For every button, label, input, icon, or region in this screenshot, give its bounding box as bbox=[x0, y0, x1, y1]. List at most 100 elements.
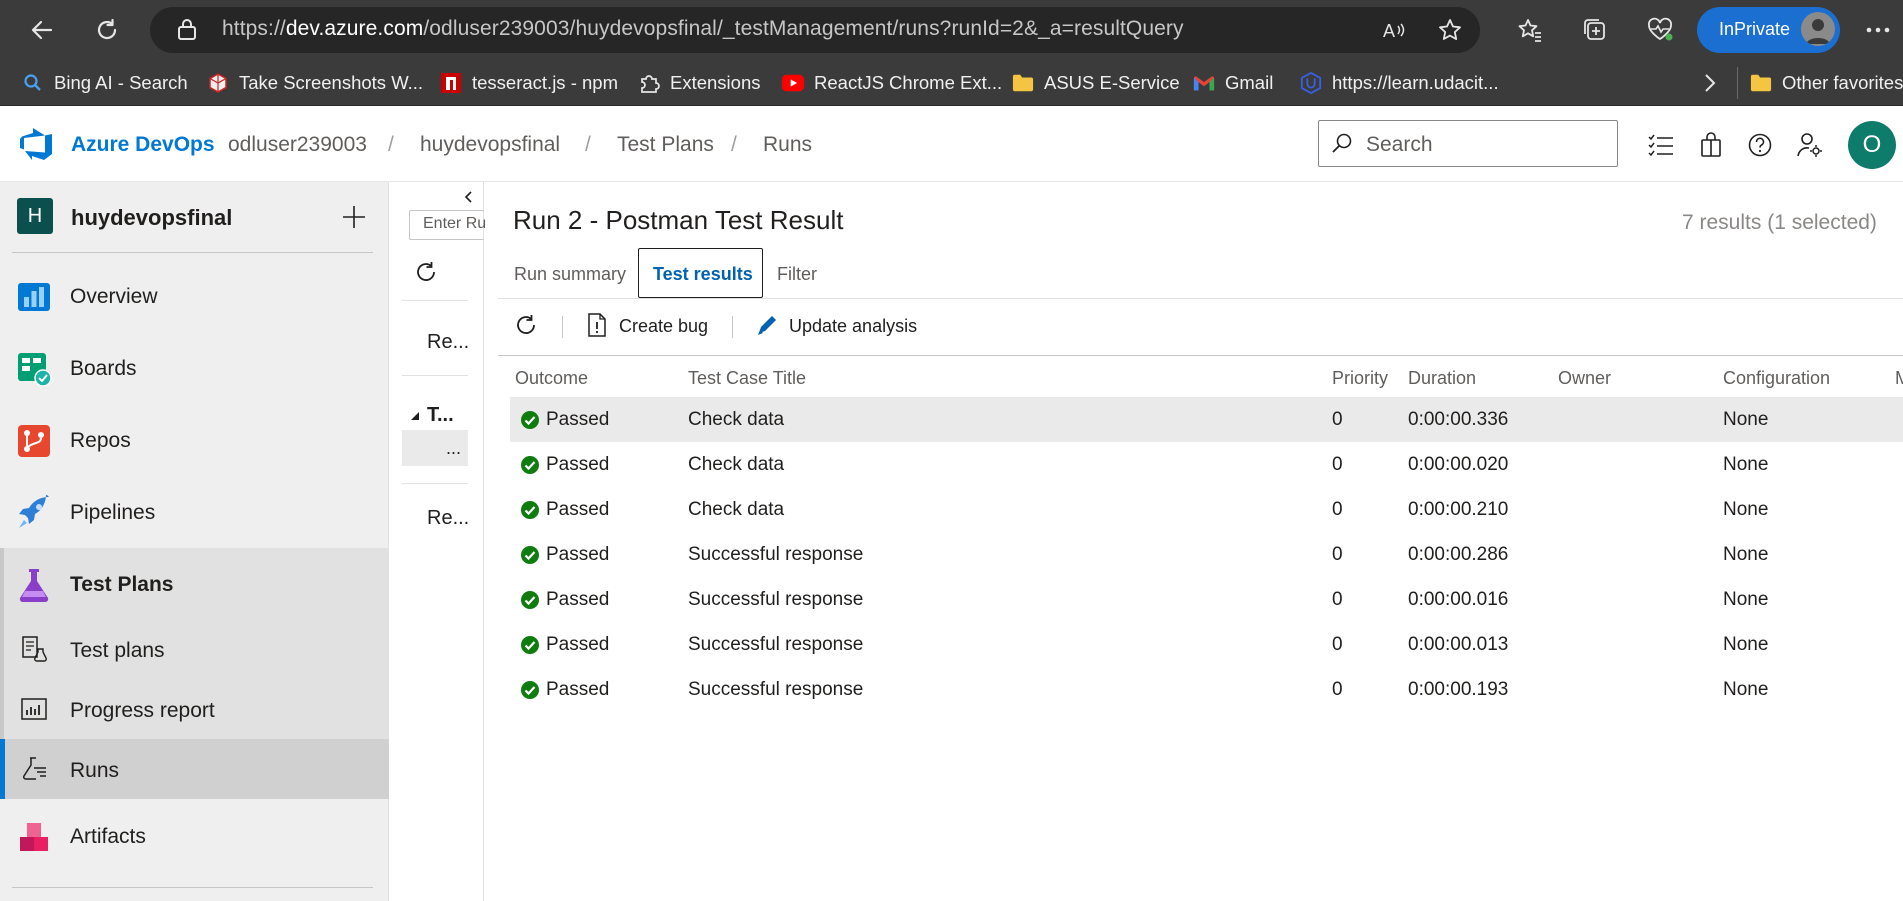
brand-name[interactable]: Azure DevOps bbox=[71, 133, 215, 157]
add-icon[interactable] bbox=[337, 200, 371, 234]
bookmark-reactjs[interactable]: ReactJS Chrome Ext... bbox=[782, 67, 1002, 99]
page-title: Run 2 - Postman Test Result bbox=[513, 205, 844, 235]
puzzle-icon bbox=[638, 72, 660, 94]
favorites-icon[interactable] bbox=[1512, 12, 1548, 48]
run-list-item[interactable]: Re... bbox=[427, 507, 469, 530]
table-row[interactable]: Passed Successful response 0 0:00:00.193… bbox=[510, 667, 1903, 712]
column-header-owner[interactable]: Owner bbox=[1558, 368, 1611, 389]
bookmark-label: ReactJS Chrome Ext... bbox=[814, 72, 1003, 93]
sidebar-item-artifacts[interactable]: Artifacts bbox=[0, 807, 389, 867]
column-header-title[interactable]: Test Case Title bbox=[688, 368, 806, 389]
run-list-item[interactable]: Re... bbox=[427, 331, 469, 354]
breadcrumb-test-plans[interactable]: Test Plans bbox=[617, 133, 714, 157]
sidebar-divider bbox=[12, 252, 373, 253]
sidebar-item-repos[interactable]: Repos bbox=[0, 411, 389, 471]
tab-filter[interactable]: Filter bbox=[777, 264, 817, 285]
bookmark-udacity[interactable]: https://learn.udacit... bbox=[1300, 67, 1499, 99]
read-aloud-icon[interactable]: A bbox=[1376, 12, 1412, 48]
collections-icon[interactable] bbox=[1577, 12, 1613, 48]
marketplace-bag-icon[interactable] bbox=[1693, 127, 1729, 163]
sidebar-item-pipelines[interactable]: Pipelines bbox=[0, 483, 389, 543]
task-list-icon[interactable] bbox=[1643, 127, 1679, 163]
cell-priority: 0 bbox=[1332, 454, 1343, 475]
refresh-results-icon[interactable] bbox=[513, 312, 539, 338]
url-text[interactable]: https://dev.azure.com/odluser239003/huyd… bbox=[222, 17, 1184, 41]
bookmark-asus[interactable]: ASUS E-Service bbox=[1012, 67, 1180, 99]
chevron-right-icon[interactable] bbox=[1698, 70, 1722, 96]
project-avatar[interactable]: H bbox=[17, 198, 53, 234]
edit-pencil-icon[interactable] bbox=[755, 313, 779, 337]
bookmark-other-favorites[interactable]: Other favorites bbox=[1750, 67, 1903, 99]
help-icon[interactable] bbox=[1742, 127, 1778, 163]
tab-test-results[interactable]: Test results bbox=[653, 264, 753, 285]
azure-devops-logo-icon[interactable] bbox=[18, 127, 54, 161]
table-row[interactable]: Passed Successful response 0 0:00:00.013… bbox=[510, 622, 1903, 667]
column-header-priority[interactable]: Priority bbox=[1332, 368, 1388, 389]
sidebar-item-overview[interactable]: Overview bbox=[0, 267, 389, 327]
runs-icon bbox=[20, 755, 50, 785]
breadcrumb-project[interactable]: huydevopsfinal bbox=[420, 133, 560, 157]
breadcrumb-runs[interactable]: Runs bbox=[763, 133, 812, 157]
user-settings-icon[interactable] bbox=[1792, 127, 1828, 163]
bookmark-label: tesseract.js - npm bbox=[472, 72, 618, 93]
passed-check-icon bbox=[521, 636, 539, 654]
refresh-icon[interactable] bbox=[87, 10, 127, 50]
update-analysis-button[interactable]: Update analysis bbox=[789, 316, 917, 337]
table-row[interactable]: Passed Check data 0 0:00:00.210 None bbox=[510, 487, 1903, 532]
inprivate-label: InPrivate bbox=[1719, 19, 1791, 39]
results-count: 7 results (1 selected) bbox=[1682, 211, 1877, 234]
column-header-outcome[interactable]: Outcome bbox=[515, 368, 588, 389]
project-name[interactable]: huydevopsfinal bbox=[71, 205, 232, 231]
create-bug-button[interactable]: Create bug bbox=[619, 316, 708, 337]
cell-configuration: None bbox=[1723, 679, 1769, 700]
bookmark-extensions[interactable]: Extensions bbox=[638, 67, 761, 99]
refresh-icon[interactable] bbox=[413, 259, 439, 285]
test-plans-icon bbox=[16, 567, 52, 603]
table-row[interactable]: Passed Successful response 0 0:00:00.016… bbox=[510, 577, 1903, 622]
table-row[interactable]: Passed Check data 0 0:00:00.020 None bbox=[510, 442, 1903, 487]
user-avatar[interactable]: O bbox=[1848, 121, 1896, 169]
sidebar-item-boards[interactable]: Boards bbox=[0, 339, 389, 399]
search-input[interactable] bbox=[1318, 120, 1618, 167]
cell-priority: 0 bbox=[1332, 544, 1343, 565]
sidebar-item-test-plans[interactable]: Test Plans bbox=[0, 555, 389, 615]
lock-icon[interactable] bbox=[176, 17, 198, 41]
cell-configuration: None bbox=[1723, 544, 1769, 565]
mid-divider bbox=[402, 375, 468, 376]
cell-duration: 0:00:00.020 bbox=[1408, 454, 1509, 475]
column-header-configuration[interactable]: Configuration bbox=[1723, 368, 1830, 389]
cell-outcome: Passed bbox=[546, 589, 610, 610]
back-icon[interactable] bbox=[22, 10, 62, 50]
table-row[interactable]: Passed Successful response 0 0:00:00.286… bbox=[510, 532, 1903, 577]
more-options-icon[interactable] bbox=[1860, 12, 1896, 48]
cell-duration: 0:00:00.336 bbox=[1408, 409, 1509, 430]
tab-run-summary[interactable]: Run summary bbox=[514, 264, 626, 285]
favorite-star-icon[interactable] bbox=[1432, 12, 1468, 48]
create-bug-icon[interactable] bbox=[587, 313, 607, 337]
sidebar-item-progress-report[interactable]: Progress report bbox=[0, 681, 389, 741]
run-group-label[interactable]: T... bbox=[427, 404, 454, 427]
bookmark-tesseract[interactable]: tesseract.js - npm bbox=[440, 67, 618, 99]
breadcrumb-separator: / bbox=[585, 133, 591, 156]
folder-icon bbox=[1012, 72, 1034, 94]
sidebar-item-test-plans-sub[interactable]: Test plans bbox=[0, 621, 389, 681]
table-row[interactable]: Passed Check data 0 0:00:00.336 None bbox=[510, 397, 1903, 442]
cell-priority: 0 bbox=[1332, 499, 1343, 520]
url-host: dev.azure.com bbox=[285, 17, 424, 40]
bookmark-bing[interactable]: Bing AI - Search bbox=[22, 67, 188, 99]
breadcrumb-organization[interactable]: odluser239003 bbox=[228, 133, 367, 157]
collapse-chevron-icon[interactable] bbox=[463, 190, 475, 204]
column-header-duration[interactable]: Duration bbox=[1408, 368, 1476, 389]
bookmark-take-screenshots[interactable]: Take Screenshots W... bbox=[207, 67, 423, 99]
expand-triangle-icon[interactable] bbox=[410, 411, 420, 421]
url-prefix: https:// bbox=[222, 17, 286, 40]
profile-avatar-icon[interactable] bbox=[1801, 12, 1835, 46]
column-header-truncated[interactable]: M bbox=[1895, 368, 1903, 389]
sidebar-item-runs[interactable]: Runs bbox=[0, 741, 389, 801]
browser-essentials-icon[interactable] bbox=[1642, 12, 1678, 48]
bookmark-gmail[interactable]: Gmail bbox=[1193, 67, 1273, 99]
npm-icon bbox=[440, 72, 462, 94]
cell-title: Check data bbox=[688, 454, 785, 475]
run-filter-placeholder: Enter Ru bbox=[423, 215, 487, 232]
sidebar-item-label: Boards bbox=[70, 357, 137, 380]
